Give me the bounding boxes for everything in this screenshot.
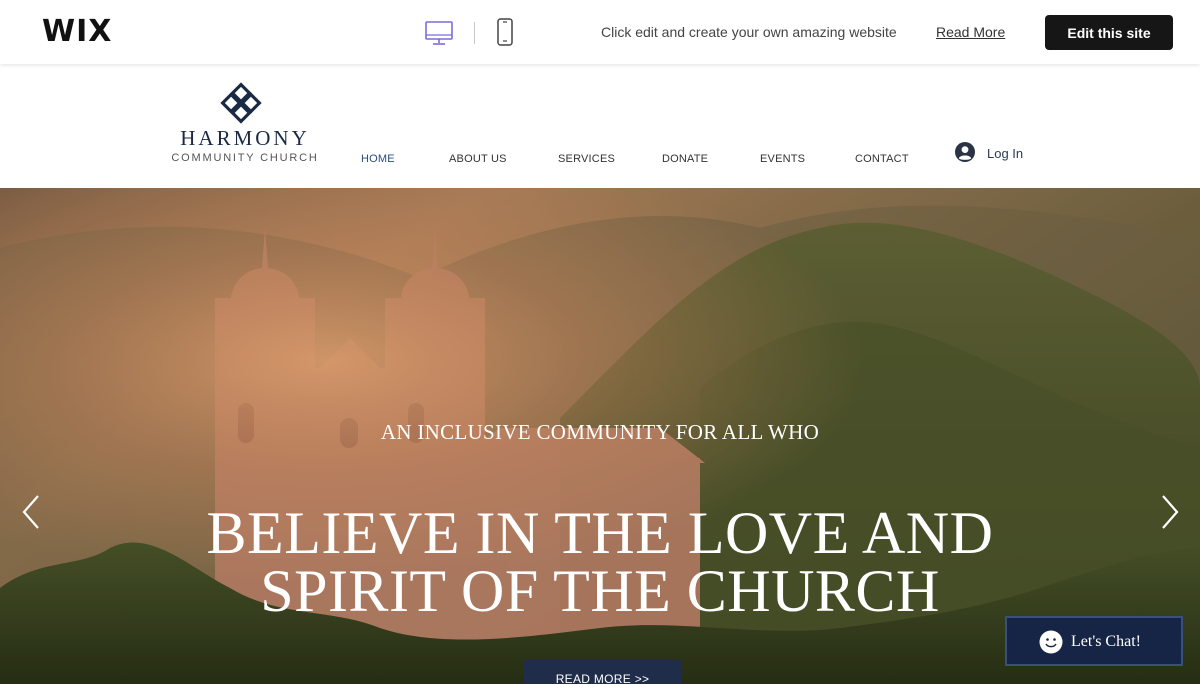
nav-donate[interactable]: DONATE bbox=[662, 153, 708, 165]
mobile-icon[interactable] bbox=[496, 18, 514, 46]
logo-title: HARMONY bbox=[180, 126, 310, 150]
wix-logo[interactable]: WIX bbox=[42, 14, 112, 49]
hero-read-more-button[interactable]: READ MORE >> bbox=[524, 660, 681, 684]
church-logo-icon[interactable] bbox=[220, 82, 262, 124]
user-avatar-icon bbox=[955, 142, 975, 162]
login-label: Log In bbox=[987, 146, 1024, 161]
wix-top-bar: WIX Click edit and create your own amazi… bbox=[0, 0, 1200, 64]
nav-services[interactable]: SERVICES bbox=[558, 153, 615, 165]
read-more-link[interactable]: Read More bbox=[936, 24, 1005, 40]
nav-about-us[interactable]: ABOUT US bbox=[449, 153, 507, 165]
device-separator bbox=[474, 22, 475, 44]
smiley-chat-icon bbox=[1039, 630, 1063, 654]
hero-slideshow: AN INCLUSIVE COMMUNITY FOR ALL WHO BELIE… bbox=[0, 188, 1200, 684]
nav-home[interactable]: HOME bbox=[361, 153, 395, 165]
desktop-icon[interactable] bbox=[424, 20, 454, 46]
logo-subtitle: COMMUNITY CHURCH bbox=[171, 152, 319, 164]
site-header: HARMONY COMMUNITY CHURCH HOME ABOUT US S… bbox=[0, 64, 1200, 188]
edit-site-button[interactable]: Edit this site bbox=[1045, 15, 1173, 50]
hero-kicker: AN INCLUSIVE COMMUNITY FOR ALL WHO bbox=[380, 420, 820, 444]
chevron-left-icon[interactable] bbox=[20, 494, 42, 530]
chat-label: Let's Chat! bbox=[1071, 633, 1141, 650]
chevron-right-icon[interactable] bbox=[1159, 494, 1181, 530]
nav-events[interactable]: EVENTS bbox=[760, 153, 805, 165]
hero-title-line-1: BELIEVE IN THE LOVE AND bbox=[206, 500, 994, 566]
nav-contact[interactable]: CONTACT bbox=[855, 153, 909, 165]
promo-text: Click edit and create your own amazing w… bbox=[601, 24, 897, 40]
chat-widget-button[interactable]: Let's Chat! bbox=[1005, 616, 1183, 666]
hero-title-line-2: SPIRIT OF THE CHURCH bbox=[260, 558, 940, 624]
hero-title: BELIEVE IN THE LOVE AND SPIRIT OF THE CH… bbox=[0, 500, 1200, 624]
